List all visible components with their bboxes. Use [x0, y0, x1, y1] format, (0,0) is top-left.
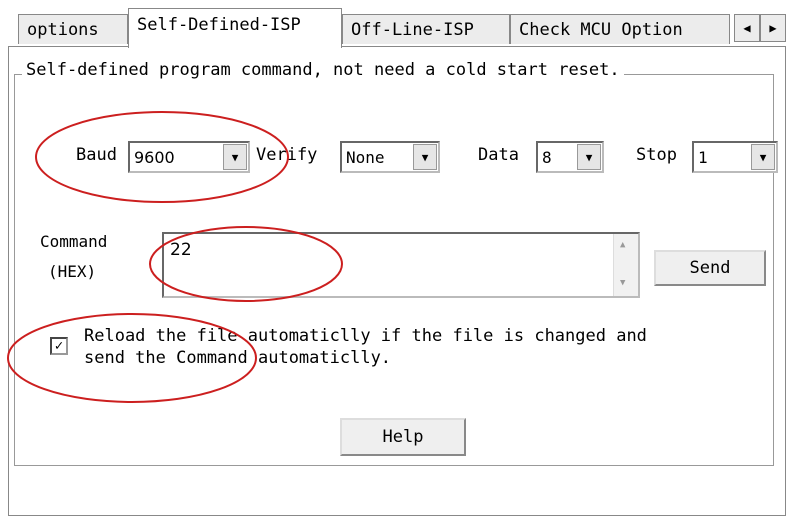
tab-strip: options Self-Defined-ISP Off-Line-ISP Ch…: [0, 0, 787, 48]
baud-select[interactable]: 9600 ▼: [128, 141, 250, 173]
command-scrollbar[interactable]: ▲ ▼: [613, 234, 638, 296]
stop-value: 1: [698, 148, 708, 167]
reload-checkbox[interactable]: ✓: [50, 337, 68, 355]
send-button[interactable]: Send: [654, 250, 766, 286]
stop-label: Stop: [636, 145, 677, 165]
tab-off-line-isp[interactable]: Off-Line-ISP: [342, 14, 510, 44]
tab-self-defined-isp[interactable]: Self-Defined-ISP: [128, 8, 342, 48]
help-button[interactable]: Help: [340, 418, 466, 456]
checkmark-icon: ✓: [54, 338, 64, 354]
data-label: Data: [478, 145, 519, 165]
stop-select[interactable]: 1 ▼: [692, 141, 778, 173]
reload-label-line1: Reload the file automaticlly if the file…: [84, 326, 647, 346]
tab-scroll-left-icon[interactable]: ◀: [734, 14, 760, 42]
baud-value: 9600: [134, 148, 175, 167]
verify-select[interactable]: None ▼: [340, 141, 440, 173]
group-title: Self-defined program command, not need a…: [22, 60, 624, 80]
chevron-down-icon[interactable]: ▼: [751, 144, 775, 170]
chevron-down-icon[interactable]: ▼: [577, 144, 601, 170]
verify-label: Verify: [256, 145, 318, 165]
scroll-up-icon[interactable]: ▲: [620, 240, 625, 250]
tab-check-mcu-option[interactable]: Check MCU Option: [510, 14, 730, 44]
data-value: 8: [542, 148, 552, 167]
reload-label-line2: send the Command automaticlly.: [84, 348, 392, 368]
scroll-down-icon[interactable]: ▼: [620, 278, 625, 288]
chevron-down-icon[interactable]: ▼: [413, 144, 437, 170]
tab-scroll-right-icon[interactable]: ▶: [760, 14, 786, 42]
data-select[interactable]: 8 ▼: [536, 141, 604, 173]
tab-options[interactable]: options: [18, 14, 128, 44]
verify-value: None: [346, 148, 385, 167]
command-hex-label: (HEX): [48, 262, 97, 281]
baud-label: Baud: [76, 145, 117, 165]
chevron-down-icon[interactable]: ▼: [223, 144, 247, 170]
command-label: Command: [40, 232, 108, 251]
command-input[interactable]: 22 ▲ ▼: [162, 232, 640, 298]
command-value: 22: [170, 240, 192, 260]
